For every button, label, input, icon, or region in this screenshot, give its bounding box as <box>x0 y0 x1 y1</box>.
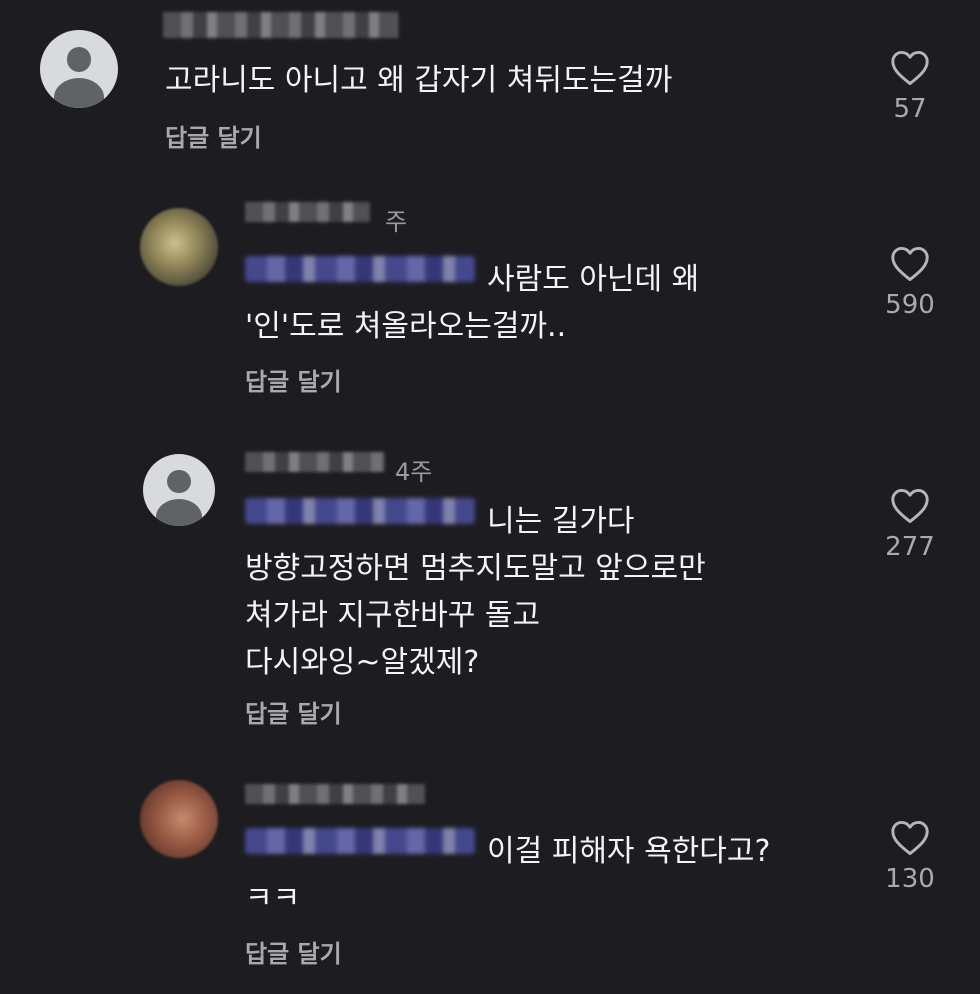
username-redacted[interactable] <box>245 202 370 222</box>
heart-icon <box>891 488 929 524</box>
comment-time: 4주 <box>395 458 433 486</box>
avatar[interactable] <box>140 208 218 286</box>
heart-icon <box>891 820 929 856</box>
like-count: 130 <box>885 864 935 894</box>
like-button[interactable]: 130 <box>870 820 950 894</box>
avatar[interactable] <box>143 454 215 526</box>
heart-icon <box>891 246 929 282</box>
reply-button[interactable]: 답글 달기 <box>245 694 342 729</box>
reply-button[interactable]: 답글 달기 <box>165 118 262 153</box>
username-redacted[interactable] <box>245 452 385 472</box>
comment-text: 고라니도 아니고 왜 갑자기 쳐뒤도는걸까 <box>165 63 673 98</box>
comment-time: 주 <box>385 208 408 236</box>
like-button[interactable]: 590 <box>870 246 950 320</box>
reply-button[interactable]: 답글 달기 <box>245 362 342 397</box>
avatar[interactable] <box>140 780 218 858</box>
heart-icon <box>891 50 929 86</box>
avatar-head <box>66 47 92 73</box>
like-count: 57 <box>893 94 927 124</box>
avatar-body <box>54 78 104 108</box>
avatar-head <box>167 469 191 493</box>
comment-4: 이걸 피해자 욕한다고? ㅋㅋ 답글 달기 130 <box>0 770 980 994</box>
like-count: 590 <box>885 290 935 320</box>
username-redacted[interactable] <box>163 12 398 38</box>
comment-1: 고라니도 아니고 왜 갑자기 쳐뒤도는걸까 답글 달기 57 <box>0 0 980 180</box>
comment-text: 이걸 피해자 욕한다고? ㅋㅋ <box>245 834 771 916</box>
comment-2: 주 사람도 아닌데 왜 '인'도로 쳐올라오는걸까.. 답글 달기 590 <box>0 190 980 420</box>
comment-text: 니는 길가다 방향고정하면 멈추지도말고 앞으로만 쳐가라 지구한바꾸 돌고 다… <box>245 504 706 680</box>
comment-3: 4주 니는 길가다 방향고정하면 멈추지도말고 앞으로만 쳐가라 지구한바꾸 돌… <box>0 440 980 740</box>
username-redacted[interactable] <box>245 784 425 804</box>
like-button[interactable]: 277 <box>870 488 950 562</box>
avatar-body <box>155 498 203 526</box>
reply-button[interactable]: 답글 달기 <box>245 934 342 969</box>
comment-text: 사람도 아닌데 왜 '인'도로 쳐올라오는걸까.. <box>245 262 700 344</box>
like-count: 277 <box>885 532 935 562</box>
avatar[interactable] <box>40 30 118 108</box>
like-button[interactable]: 57 <box>870 50 950 124</box>
